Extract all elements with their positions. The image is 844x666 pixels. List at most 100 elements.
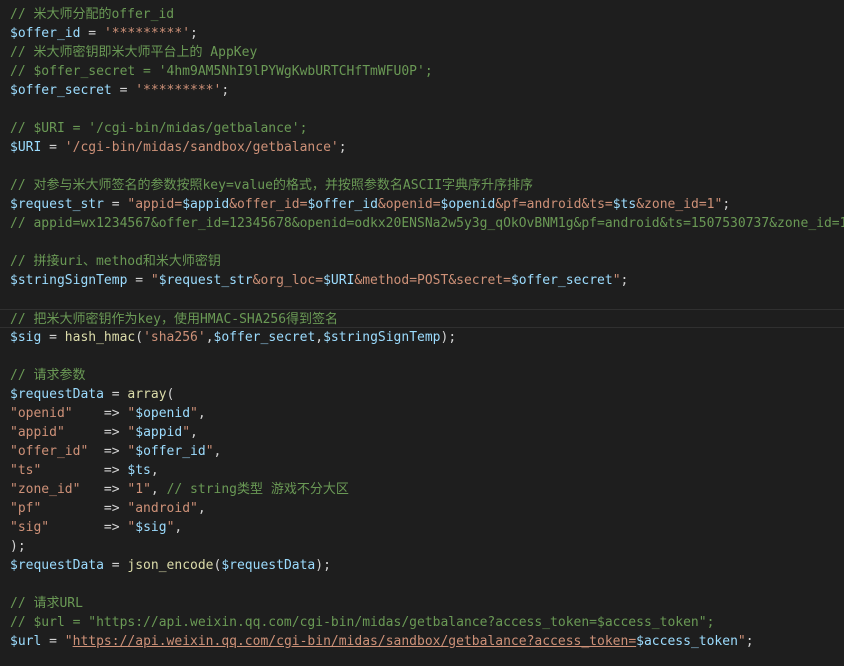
code-line[interactable]	[0, 100, 844, 119]
code-line[interactable]	[0, 290, 844, 309]
string-token: "	[190, 406, 198, 421]
code-line[interactable]	[0, 575, 844, 594]
operator-token: =	[127, 273, 151, 288]
code-line[interactable]: $stringSignTemp = "$request_str&org_loc=…	[0, 271, 844, 290]
variable-token: $offer_secret	[213, 330, 316, 345]
operator-token: =	[41, 634, 65, 649]
code-line[interactable]: // appid=wx1234567&offer_id=12345678&ope…	[0, 214, 844, 233]
string-token: "offer_id"	[10, 444, 89, 459]
string-token: "sig"	[10, 520, 50, 535]
code-line[interactable]: // 米大师密钥即米大师平台上的 AppKey	[0, 43, 844, 62]
operator-token: =>	[49, 520, 128, 535]
code-line[interactable]: "pf" => "android",	[0, 499, 844, 518]
code-line[interactable]: "offer_id" => "$offer_id",	[0, 442, 844, 461]
code-line[interactable]: // 请求URL	[0, 594, 844, 613]
operator-token: =	[80, 26, 104, 41]
punctuation-token: (	[135, 330, 144, 345]
variable-token: $ts	[612, 197, 637, 212]
code-line[interactable]: // $url = "https://api.weixin.qq.com/cgi…	[0, 613, 844, 632]
operator-token: =>	[88, 444, 128, 459]
punctuation-token: (	[166, 387, 175, 402]
variable-token: $offer_secret	[10, 83, 112, 98]
string-token: "ts"	[10, 463, 42, 478]
variable-token: $openid	[440, 197, 496, 212]
operator-token: =	[111, 83, 136, 98]
comment-token: // appid=wx1234567&offer_id=12345678&ope…	[10, 216, 844, 231]
variable-token: $openid	[135, 406, 191, 421]
punctuation-token: ,	[150, 463, 159, 478]
punctuation-token: ;	[338, 140, 347, 155]
code-line[interactable]: $requestData = json_encode($requestData)…	[0, 556, 844, 575]
variable-token: $offer_id	[307, 197, 378, 212]
code-line[interactable]: "ts" => $ts,	[0, 461, 844, 480]
string-token: '*********'	[135, 83, 222, 98]
punctuation-token: ,	[213, 444, 222, 459]
code-line[interactable]: // 把米大师密钥作为key，使用HMAC-SHA256得到签名	[0, 309, 844, 328]
code-line[interactable]: $requestData = array(	[0, 385, 844, 404]
code-line[interactable]: // $offer_secret = '4hm9AM5NhI9lPYWgKwbU…	[0, 62, 844, 81]
code-line[interactable]	[0, 233, 844, 252]
code-line[interactable]: "zone_id" => "1", // string类型 游戏不分大区	[0, 480, 844, 499]
punctuation-token: ,	[197, 406, 206, 421]
variable-token: $stringSignTemp	[323, 330, 441, 345]
string-token: 'sha256'	[143, 330, 206, 345]
comment-token: // $offer_secret = '4hm9AM5NhI9lPYWgKwbU…	[10, 64, 433, 79]
function-token: hash_hmac	[64, 330, 136, 345]
code-line[interactable]: // 请求参数	[0, 366, 844, 385]
code-line[interactable]: // $URI = '/cgi-bin/midas/getbalance';	[0, 119, 844, 138]
code-line[interactable]: $URI = '/cgi-bin/midas/sandbox/getbalanc…	[0, 138, 844, 157]
code-line[interactable]: // 拼接uri、method和米大师密钥	[0, 252, 844, 271]
string-token: "zone_id"	[10, 482, 81, 497]
code-line[interactable]	[0, 157, 844, 176]
code-line[interactable]: "openid" => "$openid",	[0, 404, 844, 423]
variable-token: $ts	[127, 463, 151, 478]
string-token: "pf"	[10, 501, 42, 516]
code-line[interactable]: $sig = hash_hmac('sha256',$offer_secret,…	[0, 328, 844, 347]
comment-token: // 请求参数	[10, 368, 86, 383]
comment-token: // 拼接uri、method和米大师密钥	[10, 254, 221, 269]
variable-token: $access_token	[636, 634, 738, 649]
operator-token: =	[41, 330, 65, 345]
code-line[interactable]: "appid" => "$appid",	[0, 423, 844, 442]
function-token: json_encode	[127, 558, 214, 573]
variable-token: $requestData	[10, 387, 104, 402]
string-token: &offer_id=	[229, 197, 308, 212]
code-line[interactable]: );	[0, 537, 844, 556]
variable-token: $offer_id	[135, 444, 206, 459]
string-token: "1"	[127, 482, 151, 497]
function-token: array	[127, 387, 167, 402]
code-editor[interactable]: // 米大师分配的offer_id $offer_id = '*********'…	[0, 0, 844, 666]
variable-token: $offer_id	[10, 26, 81, 41]
code-line[interactable]: $offer_secret = '*********';	[0, 81, 844, 100]
punctuation-token: ;	[190, 26, 198, 41]
code-line[interactable]: $url = "https://api.weixin.qq.com/cgi-bi…	[0, 632, 844, 651]
variable-token: $stringSignTemp	[10, 273, 128, 288]
punctuation-token: ;	[221, 83, 230, 98]
variable-token: $URI	[323, 273, 355, 288]
comment-token: // 对参与米大师签名的参数按照key=value的格式，并按照参数名ASCII…	[10, 178, 534, 193]
comment-token: // 米大师密钥即米大师平台上的 AppKey	[10, 45, 258, 60]
operator-token: =	[41, 140, 65, 155]
code-line[interactable]: $offer_id = '*********';	[0, 24, 844, 43]
code-line[interactable]: $request_str = "appid=$appid&offer_id=$o…	[0, 195, 844, 214]
comment-token: // 请求URL	[10, 596, 83, 611]
operator-token: =	[103, 197, 128, 212]
string-token: "	[737, 634, 746, 649]
code-line[interactable]	[0, 347, 844, 366]
variable-token: $url	[10, 634, 42, 649]
punctuation-token: ,	[315, 330, 324, 345]
variable-token: $appid	[135, 425, 183, 440]
operator-token: =>	[41, 501, 128, 516]
string-token: "	[612, 273, 621, 288]
operator-token: =>	[41, 463, 128, 478]
variable-token: $URI	[10, 140, 42, 155]
string-token: &org_loc=	[252, 273, 324, 288]
url-link[interactable]: https://api.weixin.qq.com/cgi-bin/midas/…	[73, 634, 637, 649]
string-token: "	[64, 634, 73, 649]
operator-token: =>	[80, 482, 128, 497]
code-line[interactable]: // 米大师分配的offer_id	[0, 5, 844, 24]
code-line[interactable]: "sig" => "$sig",	[0, 518, 844, 537]
comment-token: // 米大师分配的offer_id	[10, 7, 175, 22]
code-line[interactable]: // 对参与米大师签名的参数按照key=value的格式，并按照参数名ASCII…	[0, 176, 844, 195]
variable-token: $offer_secret	[510, 273, 613, 288]
